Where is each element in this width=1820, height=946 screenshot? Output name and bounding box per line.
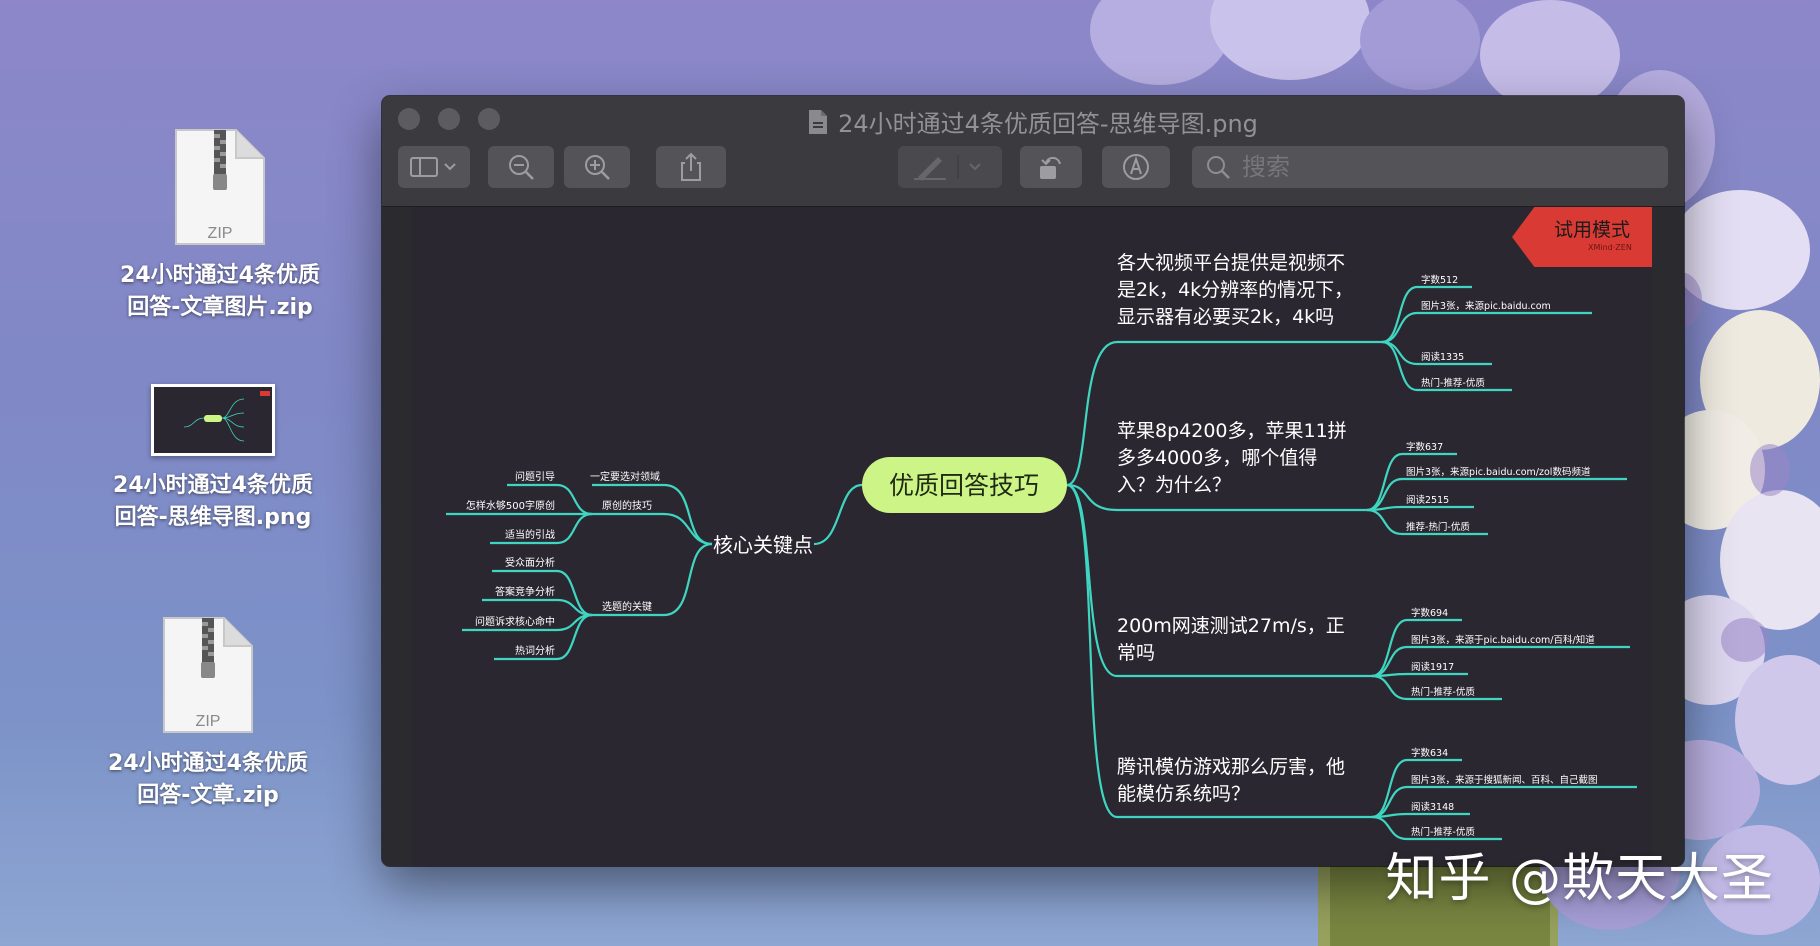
- branch-item: 阅读3148: [1411, 801, 1454, 813]
- svg-text:ZIP: ZIP: [208, 225, 233, 242]
- branch-item: 字数637: [1406, 441, 1443, 453]
- window-title-area: 24小时通过4条优质回答-思维导图.png: [382, 104, 1684, 141]
- group-item: 问题诉求核心命中: [475, 615, 555, 628]
- sidebar-toggle-button[interactable]: [398, 146, 470, 188]
- zoom-in-button[interactable]: [564, 146, 630, 188]
- window-title: 24小时通过4条优质回答-思维导图.png: [838, 110, 1258, 138]
- pen-icon: [914, 155, 981, 181]
- branch-item: 图片3张，来源于pic.baidu.com/百科/知道: [1411, 634, 1595, 646]
- group-item: 受众面分析: [505, 556, 555, 569]
- branch-item: 热门-推荐-优质: [1421, 377, 1485, 389]
- group-label: 一定要选对领域: [590, 470, 660, 483]
- branch-item: 图片3张，来源pic.baidu.com/zol数码频道: [1406, 466, 1591, 478]
- branch-label-line: 苹果8p4200多，苹果11拼: [1117, 420, 1347, 442]
- group-item: 问题引导: [515, 470, 555, 483]
- markup-toolbar-button[interactable]: [1102, 146, 1170, 188]
- branch-item: 阅读1335: [1421, 351, 1464, 363]
- document-icon: [808, 109, 828, 141]
- share-icon: [681, 152, 701, 181]
- png-thumbnail-icon: [151, 384, 275, 456]
- desktop-file-label: 24小时通过4条优质 回答-文章.zip: [108, 751, 308, 808]
- group-item: 怎样水够500字原创: [466, 499, 555, 512]
- trial-mode-label: 试用模式: [1554, 219, 1631, 241]
- branch-item: 推荐-热门-优质: [1406, 521, 1470, 533]
- branch-label-line: 入？为什么？: [1117, 474, 1231, 496]
- branch-label-line: 显示器有必要买2k，4k吗: [1117, 306, 1334, 328]
- desktop-file-png-mindmap[interactable]: 24小时通过4条优质 回答-思维导图.png: [93, 384, 333, 534]
- group-item: 适当的引战: [505, 528, 555, 541]
- group-item: 答案竞争分析: [495, 585, 555, 598]
- mindmap-diagram: 优质回答技巧 核心关键点 一定要选对领域 原创的技巧 选题的关键 问题引导 怎样…: [446, 252, 1637, 841]
- zip-file-icon: ZIP: [162, 616, 254, 734]
- branch-label-line: 各大视频平台提供是视频不: [1117, 252, 1345, 274]
- branch-item: 字数512: [1421, 274, 1458, 286]
- branch-item: 阅读2515: [1406, 494, 1449, 506]
- trial-mode-badge: 试用模式 XMind·ZEN: [1512, 207, 1652, 267]
- sidebar-icon: [410, 157, 456, 177]
- zip-file-icon: ZIP: [174, 128, 266, 246]
- branch-label-line: 腾讯模仿游戏那么厉害，他: [1117, 756, 1345, 778]
- zoom-out-icon: [509, 155, 534, 180]
- search-input[interactable]: [1240, 152, 1644, 182]
- branch-item: 图片3张，来源于搜狐新闻、百科、自己截图: [1411, 774, 1598, 786]
- group-label: 选题的关键: [602, 600, 652, 613]
- branch-label-line: 200m网速测试27m/s，正: [1117, 615, 1345, 637]
- svg-text:ZIP: ZIP: [196, 713, 221, 730]
- search-field[interactable]: [1192, 146, 1668, 188]
- search-icon: [1207, 156, 1230, 179]
- titlebar: 24小时通过4条优质回答-思维导图.png: [382, 96, 1684, 207]
- desktop-file-zip-images[interactable]: ZIP 24小时通过4条优质 回答-文章图片.zip: [100, 128, 340, 324]
- desktop-file-label: 24小时通过4条优质 回答-思维导图.png: [113, 473, 313, 530]
- branch-label-line: 常吗: [1117, 642, 1155, 664]
- group-label: 原创的技巧: [602, 499, 652, 512]
- markup-button[interactable]: [898, 146, 1002, 188]
- watermark: 知乎 @欺天大圣: [1385, 849, 1774, 909]
- branch-item: 热门-推荐-优质: [1411, 686, 1475, 698]
- branch-item: 阅读1917: [1411, 661, 1454, 673]
- trial-mode-sub: XMind·ZEN: [1588, 243, 1632, 252]
- branch-item: 字数694: [1411, 607, 1448, 619]
- branch-label-line: 能模仿系统吗？: [1117, 783, 1250, 805]
- mindmap-canvas: 优质回答技巧 核心关键点 一定要选对领域 原创的技巧 选题的关键 问题引导 怎样…: [412, 207, 1652, 866]
- share-button[interactable]: [656, 146, 726, 188]
- desktop-file-label: 24小时通过4条优质 回答-文章图片.zip: [120, 263, 320, 320]
- branch-item: 图片3张，来源pic.baidu.com: [1421, 300, 1551, 312]
- branch-item: 字数634: [1411, 747, 1448, 759]
- branch-label-line: 多多4000多，哪个值得: [1117, 447, 1317, 469]
- markup-pen-circle-icon: [1123, 154, 1149, 180]
- left-main-node: 核心关键点: [713, 533, 813, 557]
- rotate-button[interactable]: [1020, 146, 1082, 188]
- desktop-file-zip-article[interactable]: ZIP 24小时通过4条优质 回答-文章.zip: [88, 616, 328, 812]
- central-node-label: 优质回答技巧: [889, 471, 1039, 500]
- document-view[interactable]: 优质回答技巧 核心关键点 一定要选对领域 原创的技巧 选题的关键 问题引导 怎样…: [382, 207, 1684, 866]
- preview-window: 24小时通过4条优质回答-思维导图.png 搜索 优质回答技巧 核心关键点 一定…: [382, 96, 1684, 866]
- group-item: 热词分析: [515, 644, 555, 657]
- rotate-icon: [1040, 156, 1061, 179]
- zoom-in-icon: [585, 155, 610, 180]
- branch-label-line: 是2k，4k分辨率的情况下，: [1117, 279, 1353, 301]
- zoom-out-button[interactable]: [488, 146, 554, 188]
